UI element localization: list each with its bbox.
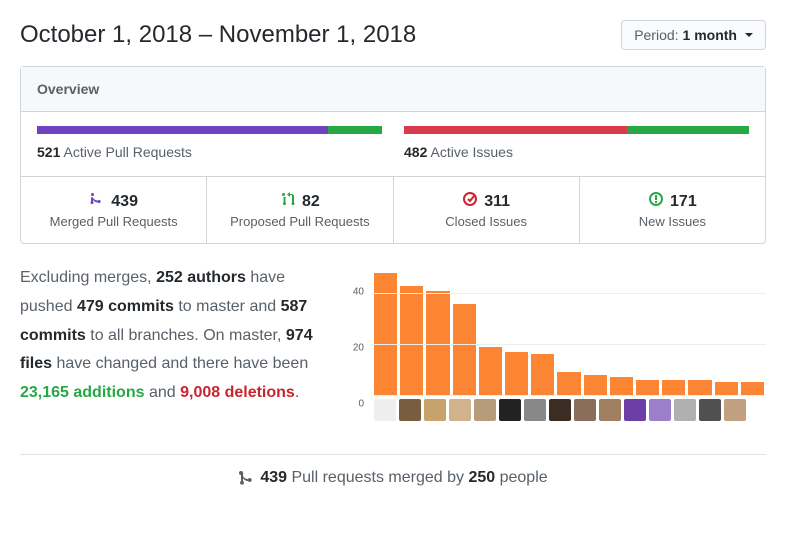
y-tick: 40 [353,287,364,298]
stat-cell[interactable]: 82 Proposed Pull Requests [207,177,393,243]
contributor-avatar[interactable] [524,399,546,421]
contributor-bar[interactable] [636,380,659,395]
pr-activity-bar [37,126,382,134]
open-icon [648,191,664,212]
contributor-bar[interactable] [505,352,528,395]
issue-active-count: 482 [404,144,427,160]
issue-activity-block[interactable]: 482 Active Issues [398,126,755,160]
stat-desc: Merged Pull Requests [29,214,198,229]
contributor-avatar[interactable] [449,399,471,421]
pr-icon [280,191,296,212]
date-range: October 1, 2018 – November 1, 2018 [20,21,416,49]
contributor-bar[interactable] [584,375,607,395]
contributor-avatar[interactable] [624,399,646,421]
contributor-bar[interactable] [426,291,449,395]
stat-desc: Closed Issues [402,214,571,229]
contributor-avatar[interactable] [674,399,696,421]
period-dropdown[interactable]: Period: 1 month [621,20,766,50]
stat-cell[interactable]: 311 Closed Issues [394,177,580,243]
contributor-bar[interactable] [531,354,554,395]
stat-number: 311 [484,193,510,211]
issue-activity-bar [404,126,749,134]
issue-active-text: Active Issues [430,144,512,160]
stat-number: 171 [670,193,697,211]
y-tick: 0 [358,399,364,410]
chevron-down-icon [745,33,753,37]
contributor-bar[interactable] [453,304,476,395]
contributor-bar[interactable] [741,382,764,395]
overview-panel: Overview 521 Active Pull Requests 482 Ac… [20,66,766,244]
contributor-bar[interactable] [688,380,711,395]
contributor-bar[interactable] [715,382,738,395]
stat-desc: Proposed Pull Requests [215,214,384,229]
contributor-avatar[interactable] [699,399,721,421]
period-value: 1 month [683,27,737,43]
contributor-avatar[interactable] [649,399,671,421]
closed-icon [462,191,478,212]
merge-icon [89,191,105,212]
contributor-bar[interactable] [557,372,580,395]
contributor-avatar[interactable] [599,399,621,421]
overview-title: Overview [21,67,765,112]
stat-cell[interactable]: 439 Merged Pull Requests [21,177,207,243]
stat-cell[interactable]: 171 New Issues [580,177,765,243]
contributor-avatar[interactable] [724,399,746,421]
contributor-bar[interactable] [479,347,502,395]
contributor-bar[interactable] [610,377,633,395]
contributor-bar[interactable] [662,380,685,395]
contributor-avatar[interactable] [424,399,446,421]
contributor-avatar[interactable] [574,399,596,421]
stat-desc: New Issues [588,214,757,229]
pr-active-text: Active Pull Requests [63,144,191,160]
merged-summary: 439 Pull requests merged by 250 people [20,454,766,487]
contributor-avatar[interactable] [549,399,571,421]
period-label: Period: [634,27,678,43]
contributor-avatar[interactable] [374,399,396,421]
pr-activity-block[interactable]: 521 Active Pull Requests [31,126,388,160]
stat-number: 82 [302,193,320,211]
contributor-avatar[interactable] [399,399,421,421]
pr-active-count: 521 [37,144,60,160]
commit-summary-text: Excluding merges, 252 authors have pushe… [20,264,320,434]
contributor-bar[interactable] [374,273,397,395]
stat-number: 439 [111,193,138,211]
contributor-avatar[interactable] [499,399,521,421]
y-tick: 20 [353,343,364,354]
contributors-chart: 0 20 40 [344,264,766,434]
contributor-avatar[interactable] [474,399,496,421]
contributor-bar[interactable] [400,286,423,395]
merge-icon [238,470,254,486]
